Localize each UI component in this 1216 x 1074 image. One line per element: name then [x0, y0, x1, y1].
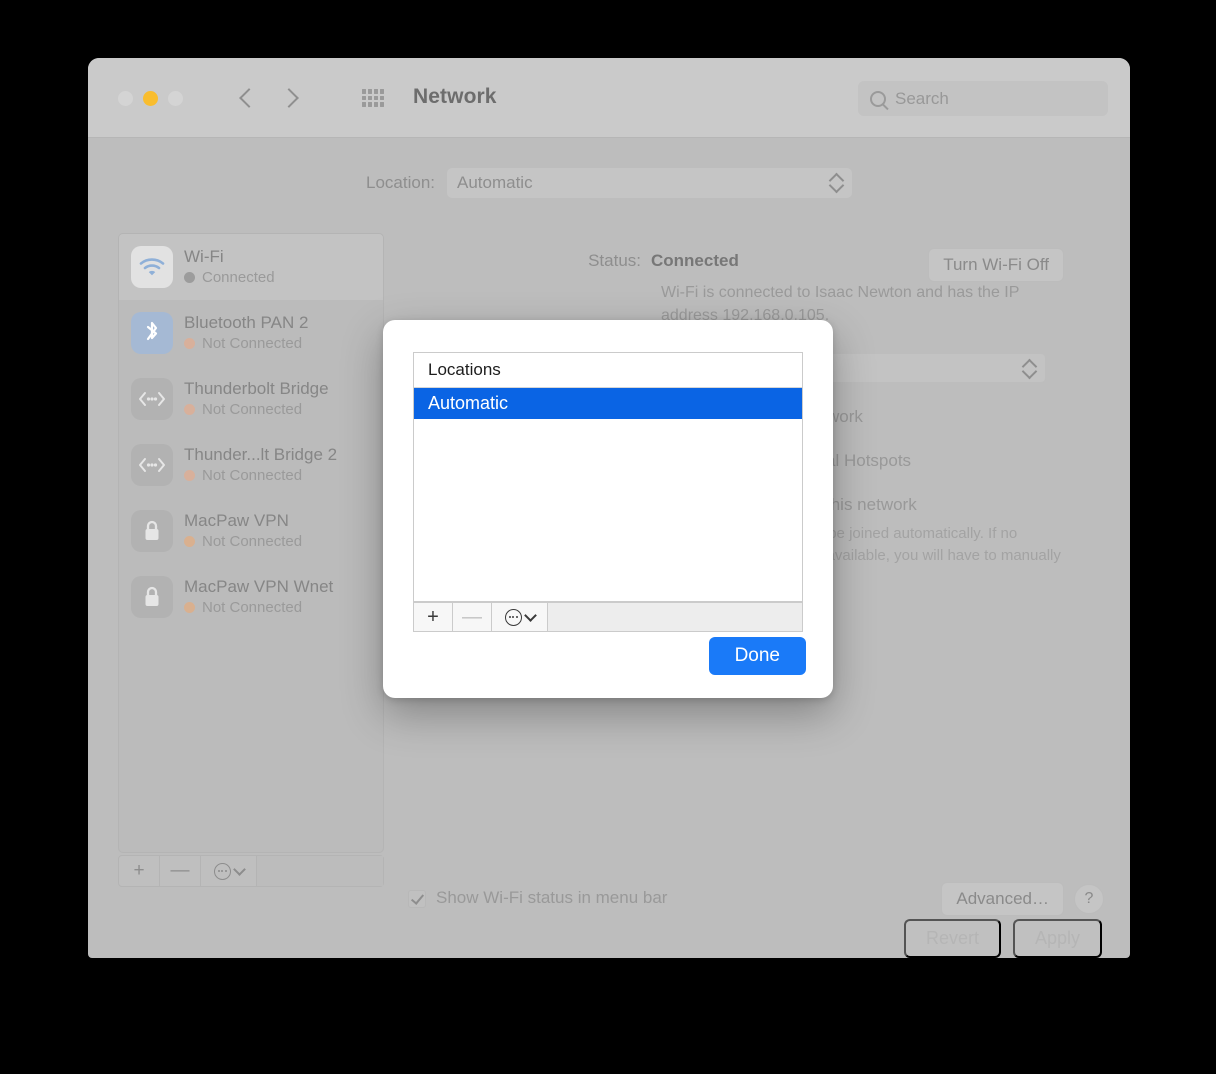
sidebar-item-label: MacPaw VPN Wnet — [184, 577, 334, 597]
sidebar-item-status: Not Connected — [184, 598, 333, 618]
sidebar-item-label: MacPaw VPN — [184, 511, 289, 531]
locations-toolbar: + — — [413, 602, 803, 632]
status-row: Status: Connected Turn Wi-Fi Off — [408, 248, 1104, 282]
forward-arrow-icon[interactable] — [282, 84, 302, 114]
sidebar-item-macpaw-vpn-wnet[interactable]: MacPaw VPN Wnet Not Connected — [119, 564, 383, 630]
locations-action-menu-button[interactable] — [492, 603, 548, 631]
status-dot-icon — [184, 602, 195, 614]
status-text: Connected — [202, 268, 275, 286]
sidebar-item-bluetooth-pan-2[interactable]: Bluetooth PAN 2 Not Connected — [119, 300, 383, 366]
location-popup-button[interactable]: Automatic — [447, 168, 852, 198]
location-row: Location: Automatic — [88, 168, 1130, 198]
add-service-button[interactable]: + — [119, 856, 160, 886]
traffic-light-group — [118, 91, 183, 106]
location-list-item-automatic[interactable]: Automatic — [414, 388, 802, 419]
services-sidebar[interactable]: Wi-Fi Connected Bluetooth PAN 2 Not Conn… — [118, 233, 384, 853]
nav-arrow-group — [236, 84, 302, 114]
back-arrow-icon[interactable] — [236, 84, 256, 114]
add-location-button[interactable]: + — [414, 603, 453, 631]
revert-button[interactable]: Revert — [903, 919, 1001, 958]
sidebar-item-text: Wi-Fi Connected — [184, 246, 275, 288]
turn-wifi-off-button[interactable]: Turn Wi-Fi Off — [928, 248, 1064, 282]
sidebar-item-status: Not Connected — [184, 334, 308, 354]
ellipsis-circle-icon — [504, 608, 522, 626]
search-icon — [870, 90, 886, 107]
screen-root: Network Search Location: Automatic Wi-Fi… — [0, 0, 1216, 1074]
advanced-button[interactable]: Advanced… — [941, 882, 1064, 916]
locations-list[interactable]: Locations Automatic — [413, 352, 803, 602]
show-wifi-status-row[interactable]: Show Wi-Fi status in menu bar — [408, 888, 667, 908]
lock-icon — [131, 576, 173, 618]
toolbar-filler — [548, 603, 802, 631]
status-value: Connected — [651, 251, 739, 270]
location-label: Location: — [366, 173, 435, 192]
status-dot-icon — [184, 338, 195, 350]
sidebar-item-thunderbolt-bridge[interactable]: Thunderbolt Bridge Not Connected — [119, 366, 383, 432]
page-title: Network — [413, 85, 497, 108]
search-field[interactable]: Search — [858, 81, 1108, 116]
bottom-right-controls: Advanced… ? — [941, 882, 1104, 916]
sidebar-item-label: Thunder...lt Bridge 2 — [184, 445, 338, 465]
status-label: Status: — [588, 251, 641, 270]
sidebar-item-text: MacPaw VPN Wnet Not Connected — [184, 576, 333, 618]
search-placeholder: Search — [895, 88, 949, 108]
status-text: Not Connected — [202, 466, 303, 484]
remove-service-button[interactable]: — — [160, 856, 201, 886]
sidebar-item-macpaw-vpn[interactable]: MacPaw VPN Not Connected — [119, 498, 383, 564]
sidebar-item-label: Thunderbolt Bridge — [184, 379, 329, 399]
location-value: Automatic — [457, 173, 533, 192]
status-text: Not Connected — [202, 334, 303, 352]
show-wifi-status-label: Show Wi-Fi status in menu bar — [436, 888, 668, 907]
status-dot-icon — [184, 272, 195, 284]
sidebar-item-text: Thunderbolt Bridge Not Connected — [184, 378, 329, 420]
bluetooth-icon — [131, 312, 173, 354]
zoom-button[interactable] — [168, 91, 183, 106]
minimize-button[interactable] — [143, 91, 158, 106]
help-button[interactable]: ? — [1074, 884, 1104, 914]
status-text: Not Connected — [202, 598, 303, 616]
chevron-updown-icon — [1024, 358, 1036, 380]
thunderbolt-bridge-icon — [131, 378, 173, 420]
status-dot-icon — [184, 404, 195, 416]
sidebar-item-status: Not Connected — [184, 532, 302, 552]
apply-button[interactable]: Apply — [1012, 919, 1102, 958]
ellipsis-circle-icon — [213, 862, 231, 880]
toolbar-filler — [257, 856, 383, 886]
chevron-down-icon — [523, 608, 537, 622]
sidebar-action-menu-button[interactable] — [201, 856, 257, 886]
sidebar-item-label: Wi-Fi — [184, 247, 224, 267]
thunderbolt-bridge-icon — [131, 444, 173, 486]
sidebar-item-text: Bluetooth PAN 2 Not Connected — [184, 312, 308, 354]
sidebar-item-wifi[interactable]: Wi-Fi Connected — [119, 234, 383, 300]
apply-revert-row: Revert Apply — [903, 919, 1102, 958]
sidebar-item-status: Not Connected — [184, 466, 337, 486]
sidebar-item-status: Not Connected — [184, 400, 329, 420]
sidebar-toolbar: + — — [118, 855, 384, 887]
locations-sheet-dialog: Locations Automatic + — Done — [383, 320, 833, 698]
sidebar-item-text: Thunder...lt Bridge 2 Not Connected — [184, 444, 337, 486]
chevron-down-icon — [232, 862, 246, 876]
sidebar-item-status: Connected — [184, 268, 275, 288]
locations-list-header: Locations — [414, 353, 802, 388]
sidebar-item-thunderbolt-bridge-2[interactable]: Thunder...lt Bridge 2 Not Connected — [119, 432, 383, 498]
sidebar-item-text: MacPaw VPN Not Connected — [184, 510, 302, 552]
done-button[interactable]: Done — [708, 637, 806, 675]
status-dot-icon — [184, 536, 195, 548]
checkbox-show-wifi-status[interactable] — [408, 890, 426, 908]
show-all-grid-icon[interactable] — [362, 89, 384, 107]
status-text: Not Connected — [202, 532, 303, 550]
window-titlebar: Network Search — [88, 58, 1130, 138]
remove-location-button: — — [453, 603, 492, 631]
lock-icon — [131, 510, 173, 552]
sidebar-item-label: Bluetooth PAN 2 — [184, 313, 309, 333]
status-dot-icon — [184, 470, 195, 482]
close-button[interactable] — [118, 91, 133, 106]
status-text: Not Connected — [202, 400, 303, 418]
wifi-icon — [131, 246, 173, 288]
chevron-updown-icon — [831, 172, 843, 194]
